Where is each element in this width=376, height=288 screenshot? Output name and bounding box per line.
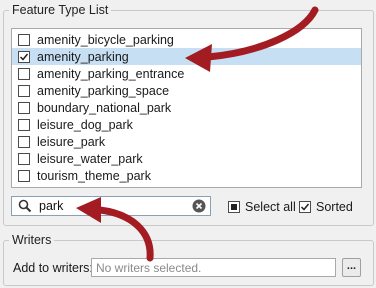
search-icon xyxy=(18,199,32,213)
list-item[interactable]: boundary_national_park xyxy=(12,99,361,116)
list-item-label: leisure_park xyxy=(37,134,106,149)
list-item-label: leisure_dog_park xyxy=(37,117,133,132)
list-item-label: leisure_water_park xyxy=(37,151,143,166)
filter-value: park xyxy=(39,199,64,213)
sorted-checkbox[interactable]: Sorted xyxy=(299,200,353,214)
feature-type-panel: Feature Type List amenity_bicycle_parkin… xyxy=(0,0,376,288)
writers-input[interactable] xyxy=(92,259,335,276)
writers-field[interactable] xyxy=(91,258,336,277)
filter-input[interactable]: park xyxy=(11,196,211,216)
list-item-label: tourism_theme_park xyxy=(37,168,151,183)
item-checkbox[interactable] xyxy=(18,118,30,131)
select-all-box[interactable] xyxy=(228,201,240,213)
item-checkbox[interactable] xyxy=(18,84,30,97)
list-item-label: amenity_parking xyxy=(37,49,129,64)
list-item-label: amenity_parking_space xyxy=(37,83,170,98)
sorted-box[interactable] xyxy=(299,201,311,213)
list-item[interactable]: leisure_park xyxy=(12,133,361,150)
list-item[interactable]: leisure_water_park xyxy=(12,150,361,167)
sorted-label: Sorted xyxy=(316,200,353,214)
item-checkbox[interactable] xyxy=(18,135,30,148)
browse-writers-button[interactable]: ... xyxy=(342,258,361,277)
select-all-label: Select all xyxy=(245,200,296,214)
add-to-writers-label: Add to writers: xyxy=(13,261,93,275)
item-checkbox[interactable] xyxy=(18,67,30,80)
writers-title: Writers xyxy=(9,233,55,247)
list-item-label: amenity_bicycle_parking xyxy=(37,32,174,47)
feature-type-list-title: Feature Type List xyxy=(9,3,112,17)
item-checkbox[interactable] xyxy=(18,50,30,63)
feature-type-list[interactable]: amenity_bicycle_parking amenity_parking … xyxy=(11,28,362,188)
clear-icon[interactable] xyxy=(192,199,206,213)
list-item[interactable]: amenity_parking xyxy=(12,48,361,65)
checkmark-icon xyxy=(19,53,29,61)
list-item-label: boundary_national_park xyxy=(37,100,172,115)
list-item[interactable]: amenity_parking_entrance xyxy=(12,65,361,82)
item-checkbox[interactable] xyxy=(18,152,30,165)
list-item[interactable]: amenity_bicycle_parking xyxy=(12,31,361,48)
select-all-checkbox[interactable]: Select all xyxy=(228,200,296,214)
list-item[interactable]: amenity_parking_space xyxy=(12,82,361,99)
list-item-label: amenity_parking_entrance xyxy=(37,66,185,81)
item-checkbox[interactable] xyxy=(18,169,30,182)
list-item[interactable]: leisure_dog_park xyxy=(12,116,361,133)
list-item[interactable]: tourism_theme_park xyxy=(12,167,361,184)
item-checkbox[interactable] xyxy=(18,101,30,114)
item-checkbox[interactable] xyxy=(18,33,30,46)
checkmark-icon xyxy=(300,203,310,211)
